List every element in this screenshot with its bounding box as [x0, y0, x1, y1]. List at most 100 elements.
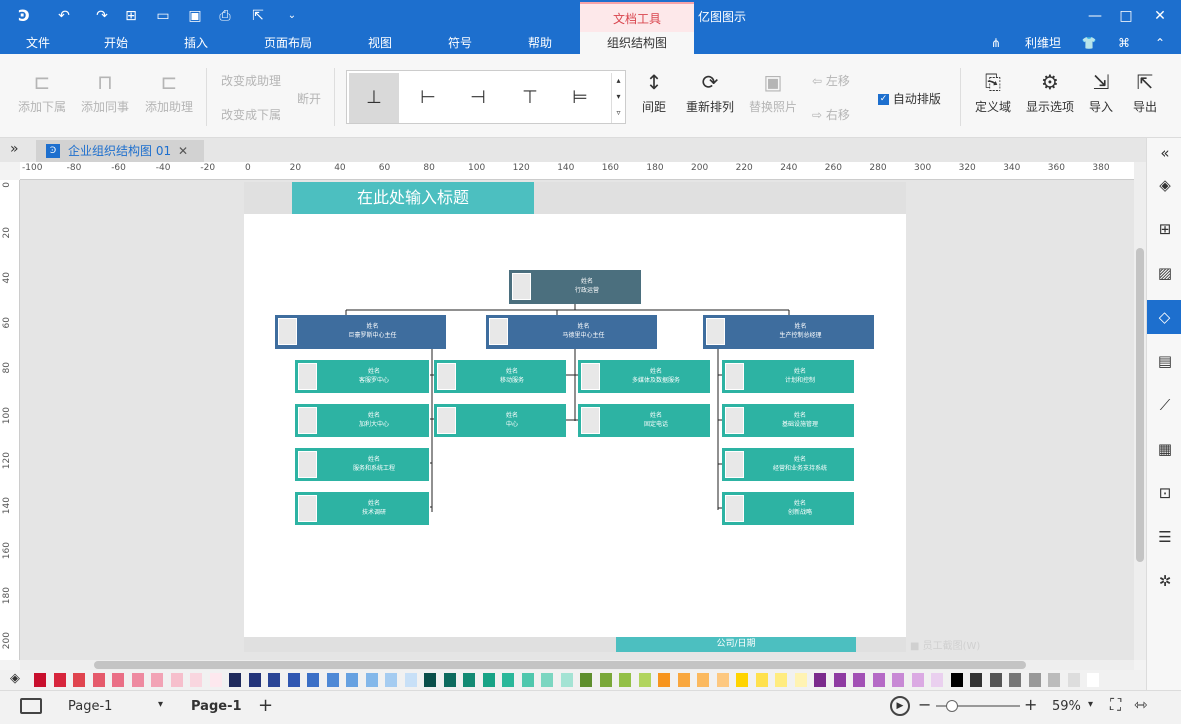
color-swatch[interactable]	[872, 673, 885, 687]
symbols-icon[interactable]: ⊞	[1154, 218, 1176, 240]
zoom-slider[interactable]	[936, 700, 1020, 712]
color-swatch[interactable]	[346, 673, 358, 687]
tab-org-chart[interactable]: 组织结构图	[580, 32, 694, 54]
color-swatch[interactable]	[307, 673, 319, 687]
layout-split-icon[interactable]: ⊤	[507, 73, 553, 123]
layers-icon[interactable]: ◇	[1147, 300, 1181, 334]
color-swatch[interactable]	[619, 673, 631, 687]
zoom-level[interactable]: 59%	[1052, 699, 1081, 714]
org-node-root[interactable]: 姓名 行政运营	[509, 270, 641, 304]
layout-list-icon[interactable]: ⊨	[557, 73, 603, 123]
open-folder-icon[interactable]: ▭	[153, 6, 173, 26]
replace-photo-button[interactable]: ▣ 替换照片	[746, 70, 800, 115]
color-swatch[interactable]	[931, 673, 943, 687]
apps-icon[interactable]: ⌘	[1114, 32, 1134, 54]
user-name[interactable]: 利维坦	[1016, 32, 1070, 54]
document-tab[interactable]: Ͽ 企业组织结构图 01 ✕	[36, 140, 204, 162]
color-swatch[interactable]	[424, 673, 436, 687]
org-node[interactable]: 姓名 移动服务	[434, 360, 566, 393]
expand-panel-icon[interactable]: »	[10, 141, 19, 157]
color-swatch[interactable]	[1067, 673, 1080, 687]
color-swatch[interactable]	[131, 673, 144, 687]
color-swatch[interactable]	[521, 673, 534, 687]
save-icon[interactable]: ▣	[185, 6, 205, 26]
zoom-dropdown-icon[interactable]: ▾	[1088, 699, 1093, 710]
zoom-slider-handle[interactable]	[946, 700, 958, 712]
color-swatch[interactable]	[326, 673, 339, 687]
collapse-sidebar-icon[interactable]: «	[1154, 142, 1176, 164]
context-tab-doc-tools[interactable]: 文档工具	[580, 2, 694, 32]
tab-view[interactable]: 视图	[360, 32, 400, 54]
color-swatch[interactable]	[892, 673, 904, 687]
org-node-level1[interactable]: 姓名 生产控制总经理	[703, 315, 874, 349]
table-icon[interactable]: ▦	[1154, 438, 1176, 460]
color-swatch[interactable]	[1087, 673, 1099, 687]
connect-icon[interactable]: ✲	[1154, 570, 1176, 592]
close-icon[interactable]: ✕	[1150, 6, 1170, 26]
to-sub-button[interactable]: 改变成下属	[218, 106, 284, 123]
org-node[interactable]: 姓名 基础设施管理	[722, 404, 854, 437]
page-select-dropdown-icon[interactable]: ▾	[158, 699, 163, 710]
color-swatch[interactable]	[170, 673, 183, 687]
close-tab-icon[interactable]: ✕	[178, 140, 188, 162]
color-swatch[interactable]	[463, 673, 475, 687]
color-swatch[interactable]	[73, 673, 85, 687]
color-swatch[interactable]	[248, 673, 261, 687]
collapse-ribbon-icon[interactable]: ⌃	[1150, 32, 1170, 54]
export-quick-icon[interactable]: ⇱	[248, 6, 268, 26]
org-node[interactable]: 姓名 固定电话	[578, 404, 710, 437]
color-swatch[interactable]	[1048, 673, 1060, 687]
org-node[interactable]: 姓名 加利大中心	[295, 404, 429, 437]
image-icon[interactable]: ▨	[1154, 262, 1176, 284]
org-node[interactable]: 姓名 经营和业务支持系统	[722, 448, 854, 481]
tab-page-layout[interactable]: 页面布局	[258, 32, 318, 54]
color-swatch[interactable]	[209, 673, 222, 687]
page-panel-icon[interactable]	[20, 698, 42, 714]
tab-home[interactable]: 开始	[96, 32, 136, 54]
vertical-scrollbar[interactable]	[1134, 162, 1146, 660]
maximize-icon[interactable]: □	[1116, 6, 1136, 26]
color-swatch[interactable]	[677, 673, 690, 687]
add-sub-button[interactable]: ⊏ 添加下属	[16, 70, 68, 115]
drawing-canvas[interactable]: 在此处输入标题 姓名 行政运营 姓名 巨豪罗斯中心主任 姓名 马德里中心主任 姓名 生产…	[20, 180, 1134, 660]
org-node[interactable]: 姓名 客服罗中心	[295, 360, 429, 393]
page-select[interactable]: Page-1	[68, 699, 112, 714]
play-icon[interactable]: ▶	[890, 696, 910, 716]
color-swatch[interactable]	[1009, 673, 1021, 687]
export-button[interactable]: ⇱ 导出	[1126, 70, 1164, 115]
redo-icon[interactable]: ↷	[92, 6, 112, 26]
zoom-in-icon[interactable]: +	[1024, 695, 1037, 714]
color-swatch[interactable]	[365, 673, 378, 687]
layout-tree-icon[interactable]: ⊥	[349, 73, 399, 123]
import-button[interactable]: ⇲ 导入	[1084, 70, 1118, 115]
org-node-level1[interactable]: 姓名 巨豪罗斯中心主任	[275, 315, 446, 349]
structure-icon[interactable]: ⊡	[1154, 482, 1176, 504]
color-swatch[interactable]	[385, 673, 397, 687]
color-swatch[interactable]	[736, 673, 748, 687]
break-button[interactable]: 断开	[294, 90, 324, 107]
spacing-button[interactable]: ↕ 间距	[636, 70, 672, 115]
org-node[interactable]: 姓名 中心	[434, 404, 566, 437]
color-swatch[interactable]	[112, 673, 124, 687]
shirt-icon[interactable]: 👕	[1074, 32, 1104, 54]
color-swatch[interactable]	[404, 673, 417, 687]
add-peer-button[interactable]: ⊓ 添加同事	[78, 70, 132, 115]
color-swatch[interactable]	[541, 673, 553, 687]
horizontal-scroll-thumb[interactable]	[94, 661, 1026, 669]
color-swatch[interactable]	[794, 673, 807, 687]
color-swatch[interactable]	[833, 673, 846, 687]
print-icon[interactable]: ⎙	[215, 6, 235, 26]
fit-page-icon[interactable]: ⛶	[1110, 695, 1121, 715]
display-options-button[interactable]: ⚙ 显示选项	[1022, 70, 1078, 115]
define-field-button[interactable]: ⎘ 定义域	[972, 70, 1014, 115]
fill-bucket-icon[interactable]: ◈	[10, 671, 20, 686]
layout-right-icon[interactable]: ⊢	[405, 73, 451, 123]
org-node-level1[interactable]: 姓名 马德里中心主任	[486, 315, 657, 349]
color-swatch[interactable]	[268, 673, 280, 687]
color-swatch[interactable]	[502, 673, 514, 687]
org-node[interactable]: 姓名 技术调研	[295, 492, 429, 525]
color-swatch[interactable]	[755, 673, 768, 687]
color-swatch[interactable]	[970, 673, 982, 687]
minimize-icon[interactable]: —	[1085, 6, 1105, 26]
undo-icon[interactable]: ↶	[54, 6, 74, 26]
